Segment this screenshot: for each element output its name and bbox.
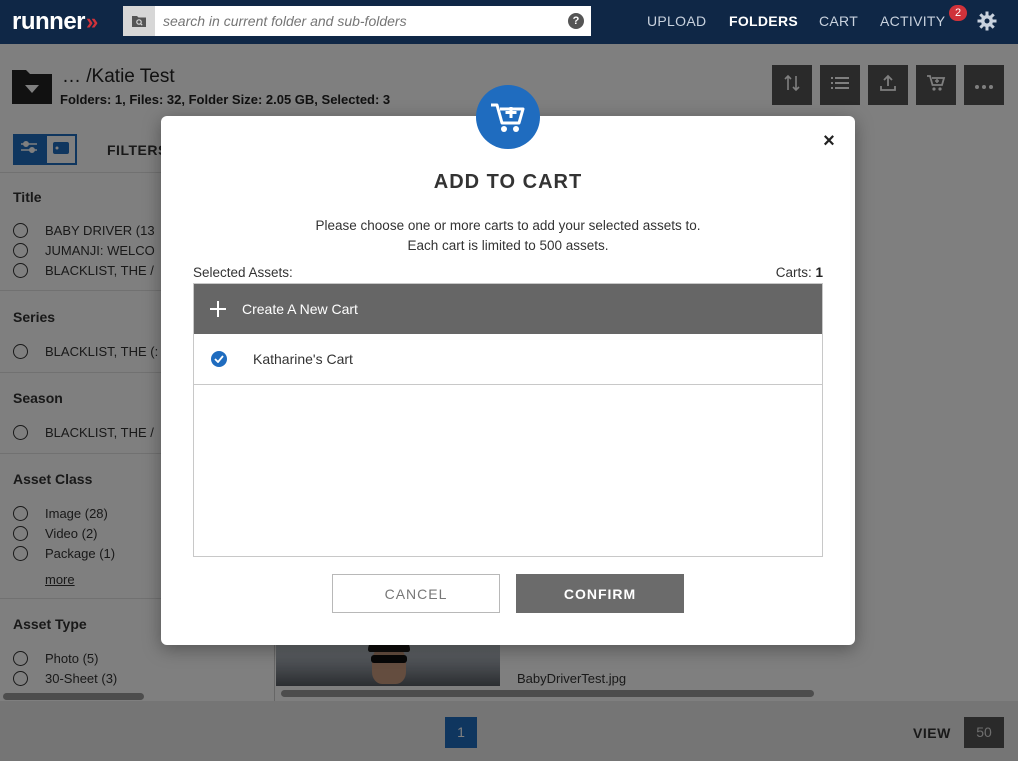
cart-list-item[interactable]: Katharine's Cart bbox=[194, 334, 822, 385]
selected-assets-label: Selected Assets: bbox=[193, 265, 293, 280]
add-to-cart-icon bbox=[476, 85, 540, 149]
gear-icon[interactable] bbox=[977, 11, 997, 36]
cart-list: Create A New Cart Katharine's Cart bbox=[193, 283, 823, 557]
nav-cart[interactable]: CART bbox=[819, 13, 858, 29]
plus-icon bbox=[209, 300, 227, 318]
help-icon[interactable]: ? bbox=[568, 13, 584, 29]
confirm-button[interactable]: CONFIRM bbox=[516, 574, 684, 613]
cart-name: Katharine's Cart bbox=[253, 351, 353, 367]
search-input[interactable] bbox=[155, 7, 555, 35]
close-icon[interactable]: × bbox=[819, 130, 839, 152]
modal-description-line: Each cart is limited to 500 assets. bbox=[407, 238, 609, 253]
create-new-cart-button[interactable]: Create A New Cart bbox=[194, 284, 822, 334]
create-new-cart-label: Create A New Cart bbox=[242, 301, 358, 317]
nav-folders[interactable]: FOLDERS bbox=[729, 13, 798, 29]
nav-upload[interactable]: UPLOAD bbox=[647, 13, 706, 29]
modal-title: ADD TO CART bbox=[433, 171, 583, 193]
folder-search-icon[interactable] bbox=[123, 6, 155, 36]
runner-logo[interactable]: runner» bbox=[12, 8, 99, 36]
search-bar: ? bbox=[123, 6, 591, 36]
add-to-cart-modal: × ADD TO CART Please choose one or more … bbox=[161, 85, 855, 645]
check-icon[interactable] bbox=[211, 351, 227, 367]
modal-description-line: Please choose one or more carts to add y… bbox=[315, 218, 701, 233]
modal-description: Please choose one or more carts to add y… bbox=[161, 216, 855, 256]
carts-count-label: Carts: bbox=[775, 265, 812, 280]
logo-text: runner bbox=[12, 8, 86, 35]
logo-chevrons: » bbox=[86, 9, 99, 34]
carts-count: Carts: 1 bbox=[776, 265, 823, 280]
activity-badge: 2 bbox=[949, 5, 967, 21]
nav-activity[interactable]: ACTIVITY bbox=[880, 13, 945, 29]
carts-count-value: 1 bbox=[815, 265, 823, 280]
cancel-button[interactable]: CANCEL bbox=[332, 574, 500, 613]
top-nav: runner» ? UPLOAD FOLDERS CART ACTIVITY 2 bbox=[0, 0, 1018, 44]
